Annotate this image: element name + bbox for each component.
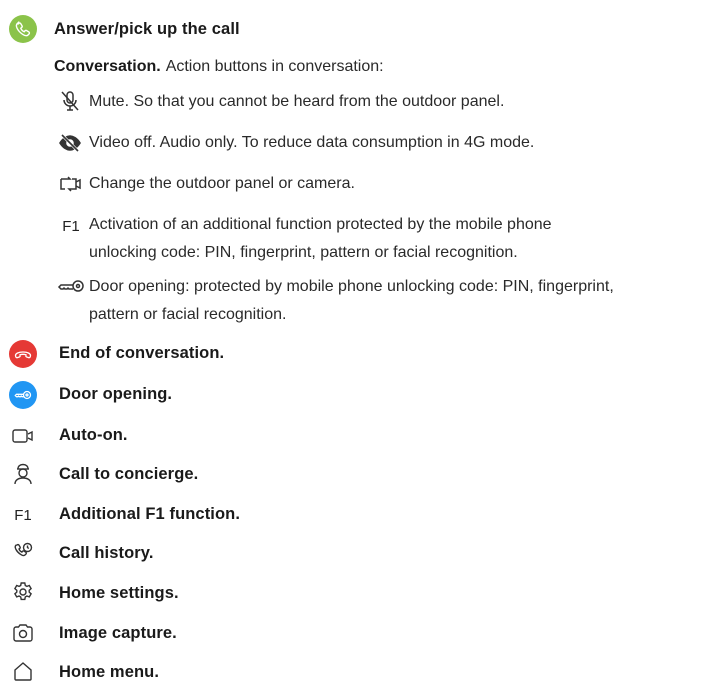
phone-icon: [9, 15, 37, 43]
microphone-off-icon: [56, 87, 84, 115]
action-switch-camera-text: Change the outdoor panel or camera.: [89, 175, 355, 192]
home-icon: [9, 658, 37, 684]
hang-up-icon: [9, 340, 37, 368]
f1-function-icon: F1: [14, 506, 32, 524]
concierge-icon: [9, 460, 37, 488]
conversation-intro-text: Action buttons in conversation:: [165, 58, 384, 75]
conversation-heading: Conversation.: [54, 58, 161, 75]
answer-label: Answer/pick up the call: [54, 20, 240, 38]
door-opening-label: Door opening.: [59, 385, 173, 403]
action-mute-text: Mute. So that you cannot be heard from t…: [89, 93, 505, 110]
image-capture-label: Image capture.: [59, 624, 177, 642]
concierge-label: Call to concierge.: [59, 465, 199, 483]
eye-off-icon: [56, 129, 84, 157]
action-video-off-text: Video off. Audio only. To reduce data co…: [89, 134, 535, 151]
end-call-label: End of conversation.: [59, 344, 225, 362]
action-f1-line1: Activation of an additional function pro…: [89, 216, 552, 233]
f1-icon: F1: [62, 217, 80, 235]
action-door-line1: Door opening: protected by mobile phone …: [89, 278, 614, 295]
conversation-intro: Conversation. Action buttons in conversa…: [54, 53, 384, 81]
camera-icon: [9, 619, 37, 647]
door-key-icon: [9, 381, 37, 409]
action-f1-line2: unlocking code: PIN, fingerprint, patter…: [89, 244, 518, 261]
home-menu-label: Home menu.: [59, 663, 160, 681]
action-door-line2: pattern or facial recognition.: [89, 306, 287, 323]
f1-function-label: Additional F1 function.: [59, 505, 241, 523]
video-camera-icon: [9, 422, 37, 450]
call-history-icon: [9, 538, 37, 566]
call-history-label: Call history.: [59, 544, 154, 562]
auto-on-label: Auto-on.: [59, 426, 128, 444]
gear-icon: [9, 578, 37, 606]
switch-camera-icon: [56, 170, 84, 198]
home-settings-label: Home settings.: [59, 584, 179, 602]
key-icon: [56, 277, 86, 295]
